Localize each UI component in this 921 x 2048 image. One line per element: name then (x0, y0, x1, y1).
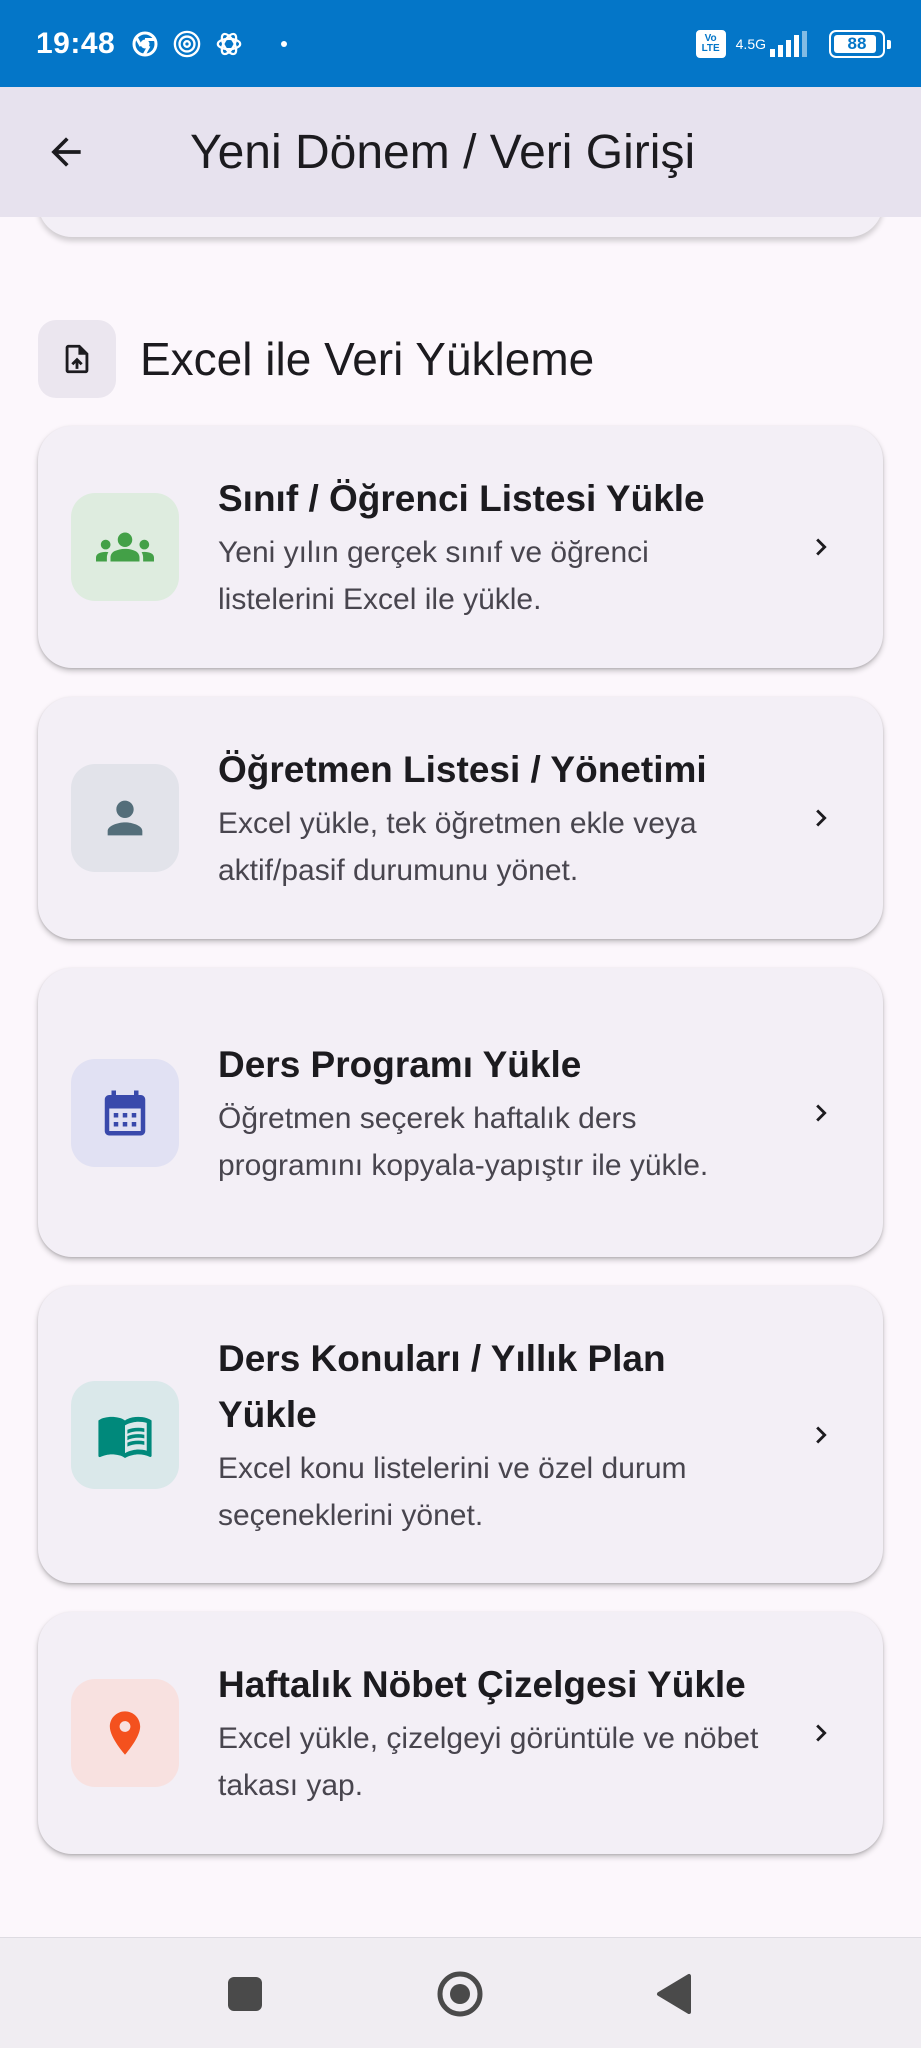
card-title: Ders Programı Yükle (218, 1043, 582, 1085)
calendar-icon (104, 1090, 146, 1135)
arrow-back-icon (51, 137, 81, 167)
previous-card[interactable] (38, 217, 883, 237)
card-subtitle: Yeni yılın gerçek sınıf ve öğrenci liste… (218, 536, 649, 616)
chevron-right-icon (801, 1713, 841, 1753)
chevron-right-icon (801, 527, 841, 567)
card-student-list[interactable]: Sınıf / Öğrenci Listesi Yükle Yeni yılın… (38, 426, 883, 668)
system-nav-bar (0, 1937, 921, 2048)
app-bar: Yeni Dönem / Veri Girişi (0, 87, 921, 217)
back-button[interactable] (26, 112, 106, 192)
square-icon (228, 1977, 262, 2011)
triangle-back-icon (657, 1974, 691, 2014)
card-subtitle: Öğretmen seçerek haftalık ders programın… (218, 1101, 709, 1182)
recents-button[interactable] (217, 1966, 273, 2022)
chevron-right-icon (801, 1415, 841, 1455)
file-upload-icon (38, 320, 116, 398)
book-icon (98, 1416, 152, 1458)
card-lesson-schedule[interactable]: Ders Programı Yükle Öğretmen seçerek haf… (38, 968, 883, 1257)
home-button[interactable] (432, 1966, 488, 2022)
notification-dot (281, 40, 288, 47)
card-subtitle: Excel konu listelerini ve özel durum seç… (218, 1451, 687, 1532)
volte-bottom-text: LTE (701, 42, 720, 54)
card-title: Ders Konuları / Yıllık Plan Yükle (218, 1337, 666, 1435)
card-icon-container (71, 1679, 179, 1787)
circle-icon (437, 1971, 483, 2017)
card-teacher-list[interactable]: Öğretmen Listesi / Yönetimi Excel yükle,… (38, 697, 883, 939)
card-icon-container (71, 493, 179, 601)
battery-level: 88 (847, 33, 867, 53)
person-icon (107, 800, 143, 836)
groups-icon (96, 532, 154, 562)
network-label: 4.5G (735, 35, 766, 52)
card-title: Öğretmen Listesi / Yönetimi (218, 749, 707, 790)
network-type: 4.5G (736, 37, 766, 51)
status-time: 19:48 (36, 26, 116, 60)
section-header: Excel ile Veri Yükleme (38, 320, 594, 398)
location-pin-icon (109, 1711, 141, 1755)
back-nav-button[interactable] (645, 1966, 701, 2022)
volte-icon: Vo LTE (695, 29, 726, 58)
chevron-right-icon (801, 798, 841, 838)
card-lesson-topics[interactable]: Ders Konuları / Yıllık Plan Yükle Excel … (38, 1286, 883, 1583)
card-subtitle: Excel yükle, tek öğretmen ekle veya akti… (218, 807, 697, 887)
card-icon-container (71, 1380, 179, 1489)
card-title: Sınıf / Öğrenci Listesi Yükle (218, 478, 705, 519)
scroll-content[interactable]: Excel ile Veri Yükleme Sınıf / Öğrenci L… (0, 217, 921, 1937)
card-duty-schedule[interactable]: Haftalık Nöbet Çizelgesi Yükle Excel yük… (38, 1612, 883, 1854)
page-title: Yeni Dönem / Veri Girişi (190, 125, 696, 179)
card-title: Haftalık Nöbet Çizelgesi Yükle (218, 1664, 746, 1705)
volte-top-text: Vo (704, 32, 717, 44)
fingerprint-app-icon (173, 30, 201, 58)
signal-icon (770, 30, 807, 57)
card-icon-container (71, 1058, 179, 1167)
card-icon-container (71, 764, 179, 872)
chatgpt-icon (215, 30, 243, 58)
card-subtitle: Excel yükle, çizelgeyi görüntüle ve nöbe… (218, 1722, 759, 1802)
status-bar: 19:48 Vo LTE 4.5G 88 (0, 0, 921, 87)
section-title: Excel ile Veri Yükleme (140, 333, 595, 385)
battery-icon: 88 (829, 29, 891, 58)
chrome-icon (131, 30, 159, 58)
chevron-right-icon (801, 1093, 841, 1133)
